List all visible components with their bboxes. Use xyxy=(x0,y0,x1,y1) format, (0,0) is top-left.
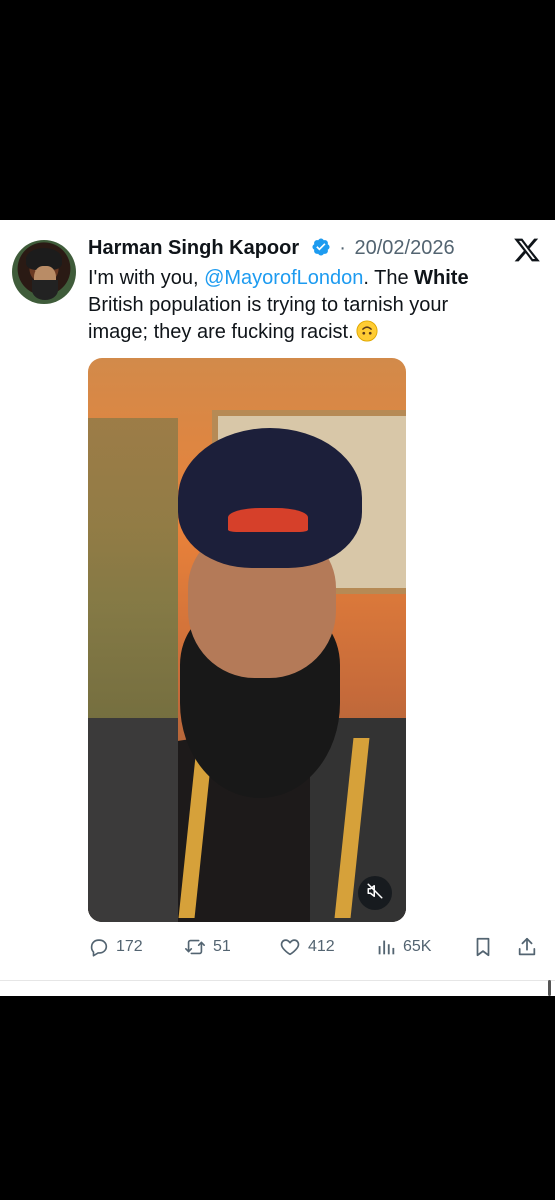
verified-badge-icon xyxy=(311,237,331,263)
reply-count: 172 xyxy=(116,938,143,955)
mute-icon xyxy=(366,882,384,905)
reply-button[interactable]: 172 xyxy=(88,932,143,962)
tweet-date[interactable]: 20/02/2026 xyxy=(355,237,455,259)
scrollbar[interactable] xyxy=(548,980,551,996)
author-name[interactable]: Harman Singh Kapoor xyxy=(88,237,299,259)
video-person-turban-band xyxy=(228,508,308,532)
like-count: 412 xyxy=(308,938,335,955)
views-icon xyxy=(375,936,397,958)
video-media[interactable] xyxy=(88,358,406,922)
like-icon xyxy=(278,936,302,958)
card-divider xyxy=(0,980,555,981)
views-count: 65K xyxy=(403,938,432,955)
bookmark-button[interactable] xyxy=(472,932,494,962)
bookmark-icon xyxy=(472,936,494,958)
reply-icon xyxy=(88,936,110,958)
views-button[interactable]: 65K xyxy=(375,932,431,962)
tweet-text-middle: . The xyxy=(363,267,415,289)
header-separator: · xyxy=(339,237,346,259)
upside-down-face-icon xyxy=(356,320,378,342)
mute-button[interactable] xyxy=(358,876,392,910)
tweet-text: I'm with you, @MayorofLondon. The White … xyxy=(88,265,508,346)
x-logo-icon[interactable] xyxy=(513,236,541,264)
tweet-card[interactable]: Harman Singh Kapoor · 20/02/2026 I'm wit… xyxy=(0,220,555,996)
repost-count: 51 xyxy=(213,938,231,955)
tweet-text-bold: White xyxy=(414,267,469,289)
repost-button[interactable]: 51 xyxy=(183,932,231,962)
avatar[interactable] xyxy=(12,240,76,304)
tweet-text-prefix: I'm with you, xyxy=(88,267,205,289)
tweet-header: Harman Singh Kapoor · 20/02/2026 xyxy=(88,237,455,263)
like-button[interactable]: 412 xyxy=(278,932,335,962)
tweet-text-suffix: British population is trying to tarnish … xyxy=(88,294,449,343)
share-icon xyxy=(516,936,538,958)
video-person-turban xyxy=(178,428,362,568)
avatar-beard xyxy=(32,280,58,300)
repost-icon xyxy=(183,936,207,958)
tweet-actions: 172 51 412 65K xyxy=(88,932,548,962)
share-button[interactable] xyxy=(516,932,538,962)
video-person-vest-left xyxy=(88,718,178,922)
mention-link[interactable]: @MayorofLondon xyxy=(204,267,363,289)
